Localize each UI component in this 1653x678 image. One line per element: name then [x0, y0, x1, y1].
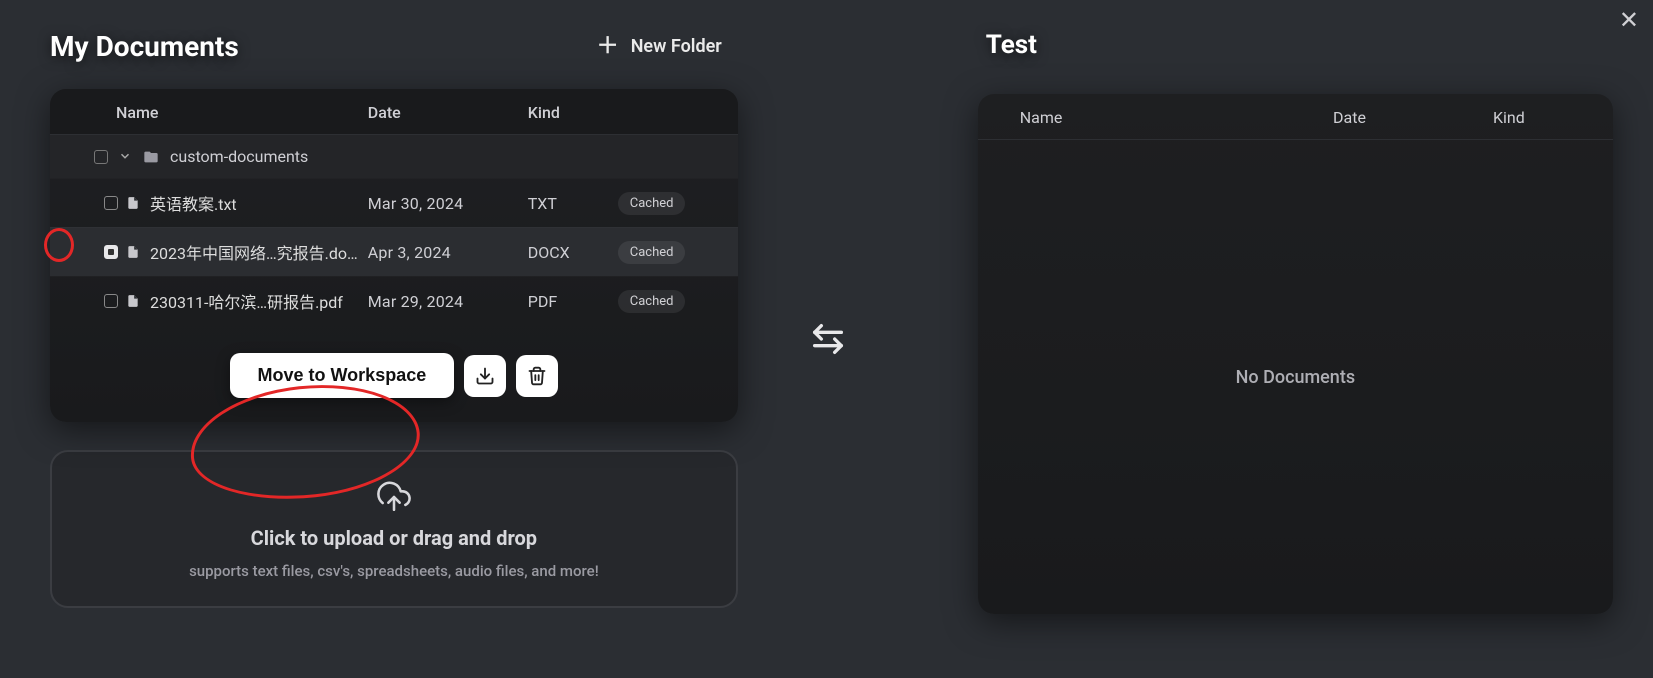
file-icon	[126, 292, 140, 310]
folder-icon	[142, 149, 160, 165]
col-header-name[interactable]: Name	[116, 103, 368, 122]
page-title-right: Test	[986, 30, 1613, 60]
close-icon[interactable]: ✕	[1619, 8, 1639, 32]
trash-icon	[527, 366, 547, 386]
file-date: Apr 3, 2024	[368, 243, 528, 262]
status-badge: Cached	[618, 192, 686, 215]
col-header-date[interactable]: Date	[368, 103, 528, 122]
file-kind: PDF	[528, 292, 618, 311]
file-checkbox[interactable]	[104, 196, 118, 210]
folder-checkbox[interactable]	[94, 150, 108, 164]
file-checkbox[interactable]	[104, 294, 118, 308]
file-checkbox[interactable]	[104, 245, 118, 259]
new-folder-button[interactable]: ＋ New Folder	[597, 36, 722, 57]
file-name: 2023年中国网络…究报告.do…	[150, 240, 368, 264]
move-to-workspace-button[interactable]: Move to Workspace	[230, 353, 455, 398]
table-row[interactable]: 230311-哈尔滨…研报告.pdf Mar 29, 2024 PDF Cach…	[50, 276, 738, 325]
delete-button[interactable]	[516, 355, 558, 397]
download-button[interactable]	[464, 355, 506, 397]
file-name: 230311-哈尔滨…研报告.pdf	[150, 289, 368, 313]
file-kind: TXT	[528, 194, 618, 213]
file-date: Mar 29, 2024	[368, 292, 528, 311]
chevron-down-icon[interactable]	[118, 149, 132, 163]
upload-dropzone[interactable]: Click to upload or drag and drop support…	[50, 450, 738, 608]
documents-table: Name Date Kind custom-documents	[50, 89, 738, 422]
action-bar: Move to Workspace	[50, 325, 738, 422]
new-folder-label: New Folder	[631, 36, 722, 57]
col-header-kind[interactable]: Kind	[528, 103, 618, 122]
file-icon	[126, 194, 140, 212]
file-date: Mar 30, 2024	[368, 194, 528, 213]
cloud-upload-icon	[373, 480, 415, 514]
table-row[interactable]: 英语教案.txt Mar 30, 2024 TXT Cached	[50, 178, 738, 227]
empty-state: No Documents	[978, 140, 1613, 614]
page-title-left: My Documents	[50, 30, 239, 63]
upload-subtitle: supports text files, csv's, spreadsheets…	[189, 562, 599, 580]
col-header-name[interactable]: Name	[1020, 108, 1333, 127]
folder-row[interactable]: custom-documents	[50, 135, 738, 178]
col-header-date[interactable]: Date	[1333, 108, 1493, 127]
file-name: 英语教案.txt	[150, 191, 368, 215]
status-badge: Cached	[618, 290, 686, 313]
table-row[interactable]: 2023年中国网络…究报告.do… Apr 3, 2024 DOCX Cache…	[50, 227, 738, 276]
file-icon	[126, 243, 140, 261]
download-icon	[475, 366, 495, 386]
file-kind: DOCX	[528, 243, 618, 262]
swap-arrows-icon[interactable]	[808, 317, 848, 361]
folder-name: custom-documents	[170, 147, 308, 166]
col-header-kind[interactable]: Kind	[1493, 108, 1593, 127]
workspace-table: Name Date Kind No Documents	[978, 94, 1613, 614]
status-badge: Cached	[618, 241, 686, 264]
upload-title: Click to upload or drag and drop	[251, 526, 537, 550]
